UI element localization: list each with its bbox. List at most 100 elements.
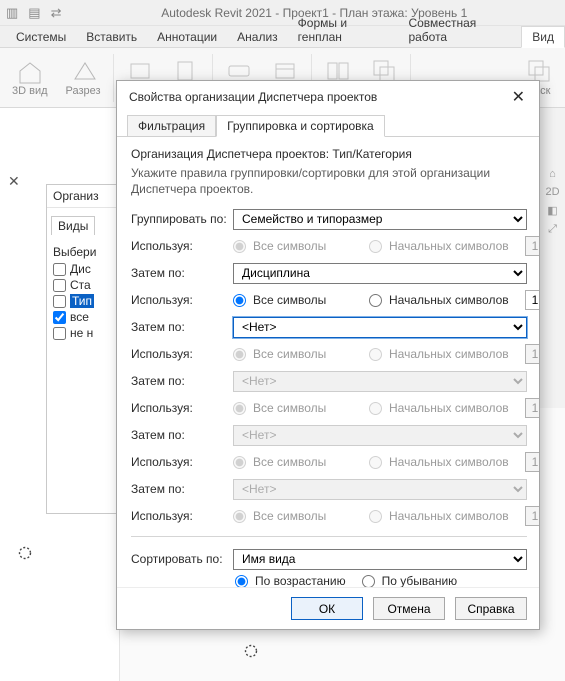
house-3d-icon bbox=[16, 57, 44, 85]
all-characters-radio: Все символы bbox=[233, 239, 363, 253]
panel-header: Организ bbox=[47, 185, 125, 208]
busy-cursor-icon bbox=[244, 644, 258, 658]
leading-count-spinner: ▲▼ bbox=[525, 398, 539, 418]
leading-count-spinner: ▲▼ bbox=[525, 344, 539, 364]
ribbon-tab-view[interactable]: Вид bbox=[521, 26, 565, 48]
sort-desc-radio[interactable]: По убыванию bbox=[362, 574, 458, 587]
sort-asc-radio[interactable]: По возрастанию bbox=[235, 574, 346, 587]
using-label: Используя: bbox=[131, 401, 231, 415]
panel-tab-views[interactable]: Виды bbox=[51, 216, 95, 235]
using-row: Используя:Все символыНачальных символов▲… bbox=[131, 288, 527, 312]
qat-icon[interactable]: ▥ bbox=[6, 5, 18, 21]
leading-characters-radio[interactable]: Начальных символов bbox=[369, 293, 519, 307]
dialog-titlebar: Свойства организации Диспетчера проектов… bbox=[117, 81, 539, 113]
all-characters-radio[interactable]: Все символы bbox=[233, 293, 363, 307]
browser-org-check-item[interactable]: не н bbox=[47, 325, 125, 341]
ribbon-tab-insert[interactable]: Вставить bbox=[76, 27, 147, 47]
then-by-label: Затем по: bbox=[131, 428, 231, 442]
check-label: Ста bbox=[70, 278, 91, 292]
leading-characters-radio: Начальных символов bbox=[369, 455, 519, 469]
close-icon[interactable]: ✕ bbox=[506, 85, 531, 109]
browser-organization-dialog: Свойства организации Диспетчера проектов… bbox=[116, 80, 540, 630]
separator bbox=[131, 536, 527, 537]
checkbox[interactable] bbox=[53, 295, 66, 308]
then-by-combo: <Нет> bbox=[233, 371, 527, 392]
qat-icon[interactable]: ▤ bbox=[28, 5, 40, 21]
using-label: Используя: bbox=[131, 509, 231, 523]
radio-label: Начальных символов bbox=[389, 455, 509, 469]
dialog-description: Укажите правила группировки/сортировки д… bbox=[131, 165, 527, 197]
nav-icon[interactable]: ⤢ bbox=[548, 223, 557, 236]
qat-icon[interactable]: ⇄ bbox=[51, 5, 62, 21]
check-label: Тип bbox=[70, 294, 94, 308]
leading-characters-radio: Начальных символов bbox=[369, 401, 519, 415]
then-by-combo[interactable]: <Нет> bbox=[233, 317, 527, 338]
radio-label: По убыванию bbox=[382, 574, 458, 587]
help-button[interactable]: Справка bbox=[455, 597, 527, 620]
radio-label: Все символы bbox=[253, 347, 326, 361]
ribbon-tab-annotate[interactable]: Аннотации bbox=[147, 27, 227, 47]
nav-2d-icon[interactable]: 2D bbox=[545, 186, 559, 198]
radio-label: Начальных символов bbox=[389, 239, 509, 253]
all-characters-radio: Все символы bbox=[233, 509, 363, 523]
tab-filtering[interactable]: Фильтрация bbox=[127, 115, 216, 137]
checkbox[interactable] bbox=[53, 279, 66, 292]
ribbon-btn-section[interactable]: Разрез bbox=[60, 55, 107, 99]
checkbox[interactable] bbox=[53, 311, 66, 324]
cancel-button[interactable]: Отмена bbox=[373, 597, 445, 620]
radio-label: Все символы bbox=[253, 455, 326, 469]
then-by-combo: <Нет> bbox=[233, 479, 527, 500]
using-row: Используя:Все символыНачальных символов▲… bbox=[131, 234, 527, 258]
leading-count-spinner[interactable]: ▲▼ bbox=[525, 290, 539, 310]
ribbon-separator bbox=[113, 54, 114, 102]
ribbon-tab-analyze[interactable]: Анализ bbox=[227, 27, 288, 47]
checkbox[interactable] bbox=[53, 327, 66, 340]
nav-icon[interactable]: ◧ bbox=[547, 204, 557, 217]
ribbon-label: 3D вид bbox=[12, 85, 48, 97]
browser-org-check-item[interactable]: Ста bbox=[47, 277, 125, 293]
all-characters-radio: Все символы bbox=[233, 401, 363, 415]
then-by-combo[interactable]: Дисциплина bbox=[233, 263, 527, 284]
using-row: Используя:Все символыНачальных символов▲… bbox=[131, 342, 527, 366]
using-label: Используя: bbox=[131, 293, 231, 307]
leading-characters-radio: Начальных символов bbox=[369, 347, 519, 361]
dialog-heading: Организация Диспетчера проектов: Тип/Кат… bbox=[131, 147, 527, 161]
panel-select-label: Выбери bbox=[47, 239, 125, 261]
busy-cursor-icon bbox=[18, 546, 32, 560]
ribbon-btn-3dview[interactable]: 3D вид bbox=[6, 55, 54, 99]
quick-access-toolbar: ▥ ▤ ⇄ bbox=[6, 5, 62, 21]
group-by-combo[interactable]: Семейство и типоразмер bbox=[233, 209, 527, 230]
radio-label: Начальных символов bbox=[389, 347, 509, 361]
ribbon-tab-systems[interactable]: Системы bbox=[6, 27, 76, 47]
leading-characters-radio: Начальных символов bbox=[369, 509, 519, 523]
nav-icon[interactable]: ⌂ bbox=[549, 168, 556, 180]
using-row: Используя:Все символыНачальных символов▲… bbox=[131, 450, 527, 474]
dialog-body: Организация Диспетчера проектов: Тип/Кат… bbox=[117, 137, 539, 587]
checkbox[interactable] bbox=[53, 263, 66, 276]
sort-direction-row: По возрастанию По убыванию bbox=[235, 574, 527, 587]
leading-count-spinner: ▲▼ bbox=[525, 236, 539, 256]
then-by-row: Затем по:<Нет> bbox=[131, 369, 527, 393]
ribbon-tab-massing[interactable]: Формы и генплан bbox=[288, 13, 399, 47]
browser-org-check-item[interactable]: Дис bbox=[47, 261, 125, 277]
close-icon[interactable]: ✕ bbox=[8, 173, 20, 190]
check-label: не н bbox=[70, 326, 93, 340]
ok-button[interactable]: ОК bbox=[291, 597, 363, 620]
ribbon-tab-collab[interactable]: Совместная работа bbox=[398, 13, 521, 47]
then-by-label: Затем по: bbox=[131, 374, 231, 388]
browser-org-check-item[interactable]: Тип bbox=[47, 293, 125, 309]
leading-count-spinner: ▲▼ bbox=[525, 452, 539, 472]
sort-by-combo[interactable]: Имя вида bbox=[233, 549, 527, 570]
then-by-row: Затем по:<Нет> bbox=[131, 423, 527, 447]
radio-label: Все символы bbox=[253, 509, 326, 523]
ribbon-tabs: Системы Вставить Аннотации Анализ Формы … bbox=[0, 26, 565, 48]
dialog-tabs: Фильтрация Группировка и сортировка bbox=[117, 113, 539, 137]
sort-by-row: Сортировать по: Имя вида bbox=[131, 547, 527, 571]
dialog-buttons: ОК Отмена Справка bbox=[117, 587, 539, 629]
then-by-row: Затем по:Дисциплина bbox=[131, 261, 527, 285]
using-label: Используя: bbox=[131, 455, 231, 469]
using-row: Используя:Все символыНачальных символов▲… bbox=[131, 504, 527, 528]
tab-grouping[interactable]: Группировка и сортировка bbox=[216, 115, 385, 137]
then-by-combo: <Нет> bbox=[233, 425, 527, 446]
browser-org-check-item[interactable]: все bbox=[47, 309, 125, 325]
